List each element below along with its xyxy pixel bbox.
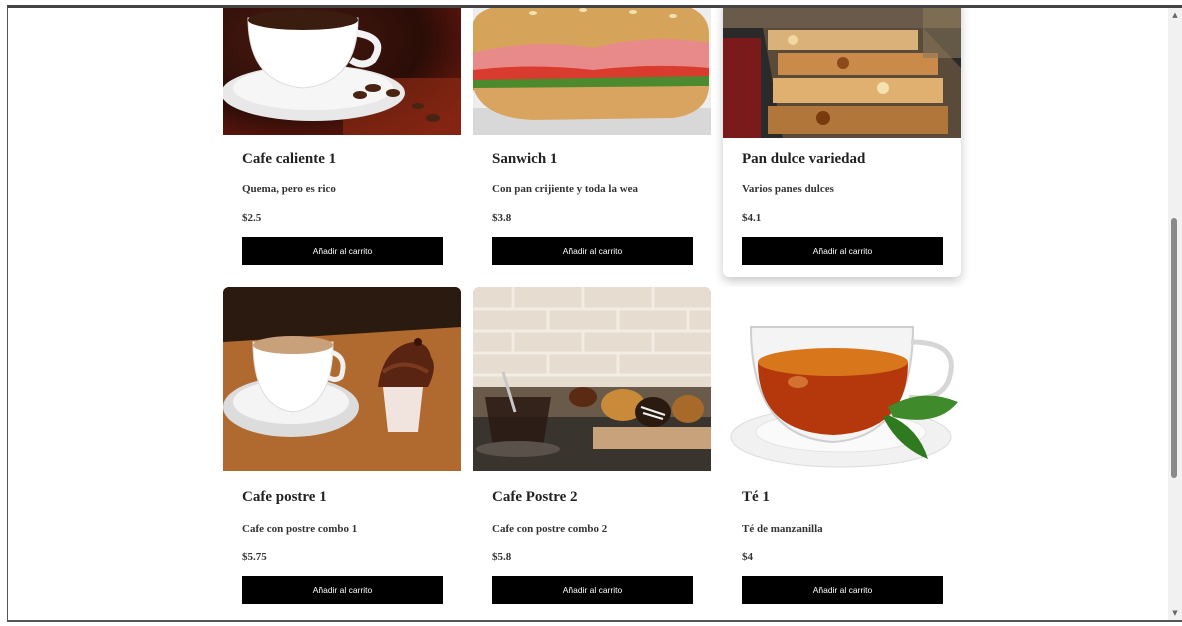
product-price: $4 [742,551,753,563]
scrollbar-thumb[interactable] [1171,218,1177,478]
product-name: Cafe postre 1 [242,489,327,505]
product-card: Cafe caliente 1 Quema, pero es rico $2.5… [223,8,461,268]
product-description: Té de manzanilla [742,523,823,535]
product-card: Pan dulce variedad Varios panes dulces $… [723,8,961,277]
product-price: $4.1 [742,212,762,224]
scroll-up-icon[interactable]: ▲ [1168,8,1182,22]
add-to-cart-button[interactable]: Añadir al carrito [242,237,443,265]
product-card: Cafe postre 1 Cafe con postre combo 1 $5… [223,287,461,617]
product-name: Cafe caliente 1 [242,151,337,167]
product-price: $2.5 [242,212,262,224]
product-card: Cafe Postre 2 Cafe con postre combo 2 $5… [473,287,711,617]
coffee-cup-beans-image [223,8,461,135]
add-to-cart-button[interactable]: Añadir al carrito [742,576,943,604]
product-price: $5.8 [492,551,512,563]
product-description: Quema, pero es rico [242,183,336,195]
product-card: Té 1 Té de manzanilla $4 Añadir al carri… [723,287,961,617]
ham-sandwich-image [473,8,711,135]
product-description: Cafe con postre combo 2 [492,523,608,535]
product-description: Cafe con postre combo 1 [242,523,358,535]
product-card: Sanwich 1 Con pan crijiente y toda la we… [473,8,711,268]
product-description: Con pan crijiente y toda la wea [492,183,639,195]
browser-viewport: Cafe caliente 1 Quema, pero es rico $2.5… [7,5,1182,622]
add-to-cart-button[interactable]: Añadir al carrito [242,576,443,604]
tea-cup-image [723,287,961,471]
add-to-cart-button[interactable]: Añadir al carrito [742,237,943,265]
product-name: Té 1 [742,489,770,505]
coffee-cupcake-image [223,287,461,471]
scroll-down-icon[interactable]: ▼ [1168,606,1182,620]
vertical-scrollbar[interactable]: ▲ ▼ [1168,8,1182,620]
coffee-pastries-image [473,287,711,471]
bakery-display-case-image [723,8,961,138]
product-description: Varios panes dulces [742,183,834,195]
add-to-cart-button[interactable]: Añadir al carrito [492,237,693,265]
add-to-cart-button[interactable]: Añadir al carrito [492,576,693,604]
product-price: $5.75 [242,551,267,563]
product-name: Pan dulce variedad [742,151,866,167]
product-price: $3.8 [492,212,512,224]
product-name: Sanwich 1 [492,151,558,167]
product-name: Cafe Postre 2 [492,489,578,505]
